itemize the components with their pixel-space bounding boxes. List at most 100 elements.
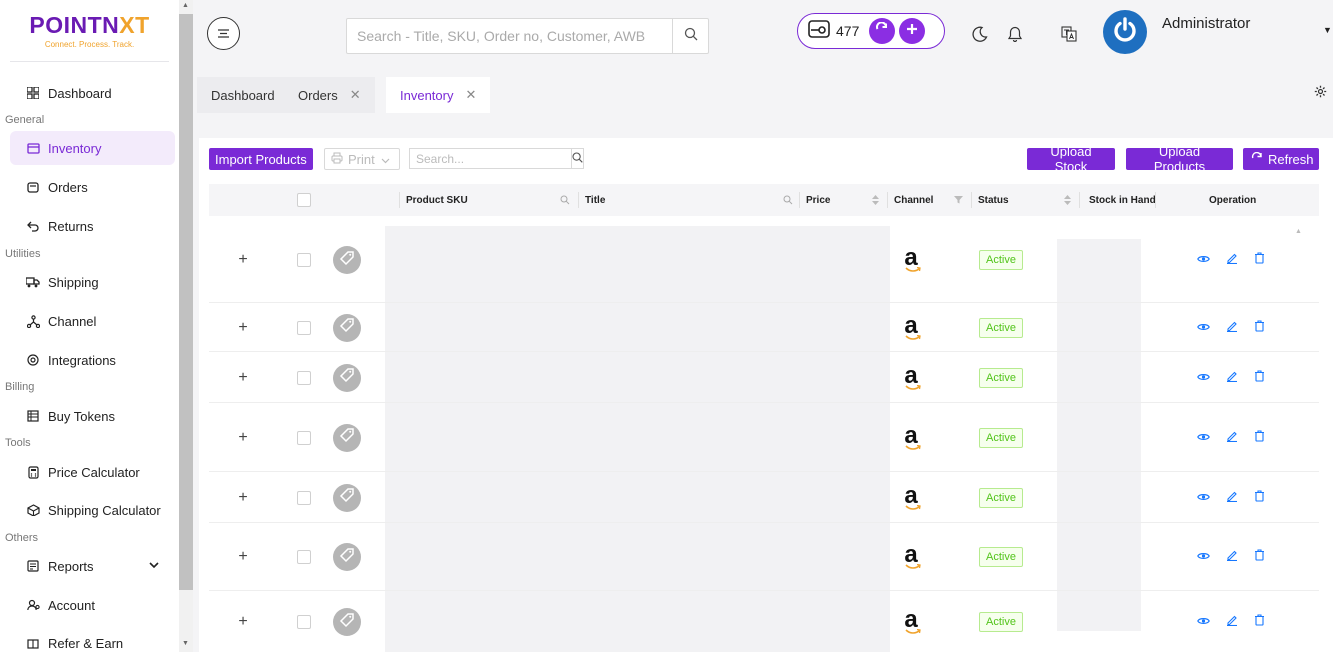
notification-bell-icon[interactable] <box>1005 24 1025 44</box>
edit-pencil-icon[interactable] <box>1226 429 1238 447</box>
print-dropdown[interactable]: Print <box>324 148 400 170</box>
delete-trash-icon[interactable] <box>1254 251 1265 269</box>
global-search-button[interactable] <box>672 19 708 53</box>
upload-stock-button[interactable]: Upload Stock <box>1027 144 1115 174</box>
col-title[interactable]: Title <box>585 184 605 216</box>
sidebar-scrollbar[interactable]: ▲ ▼ <box>179 0 193 652</box>
edit-pencil-icon[interactable] <box>1226 548 1238 566</box>
section-tools: Tools <box>5 437 31 449</box>
sidebar-item-shipping[interactable]: Shipping <box>10 265 175 299</box>
sidebar-item-channel[interactable]: Channel <box>10 304 175 338</box>
table-scrollbar[interactable]: ▲ <box>1295 220 1305 652</box>
col-status[interactable]: Status <box>978 184 1009 216</box>
sort-icon[interactable] <box>872 195 879 208</box>
sidebar-item-account[interactable]: Account <box>10 588 175 622</box>
edit-pencil-icon[interactable] <box>1226 369 1238 387</box>
edit-pencil-icon[interactable] <box>1226 613 1238 631</box>
row-checkbox[interactable] <box>297 550 311 564</box>
translate-icon[interactable] <box>1059 24 1079 44</box>
scroll-down-arrow-icon[interactable]: ▼ <box>182 640 189 647</box>
view-eye-icon[interactable] <box>1197 489 1210 507</box>
sort-icon[interactable] <box>1064 195 1071 208</box>
refresh-icon <box>1251 151 1263 167</box>
sidebar-scroll-thumb[interactable] <box>179 14 193 590</box>
close-icon[interactable]: ✕ <box>350 87 361 103</box>
global-search-input[interactable] <box>347 19 672 53</box>
search-icon <box>572 150 583 168</box>
table-search-button[interactable] <box>571 149 583 168</box>
table-row: + a Active <box>209 217 1319 303</box>
power-icon <box>1111 16 1139 49</box>
select-all-checkbox[interactable] <box>297 193 311 207</box>
dark-mode-moon-icon[interactable] <box>969 24 989 44</box>
expand-row-button[interactable]: + <box>231 368 255 388</box>
col-channel[interactable]: Channel <box>894 184 933 216</box>
returns-icon <box>26 219 40 233</box>
view-eye-icon[interactable] <box>1197 429 1210 447</box>
tab-orders[interactable]: Orders ✕ <box>284 77 375 113</box>
delete-trash-icon[interactable] <box>1254 369 1265 387</box>
refresh-button[interactable]: Refresh <box>1243 148 1319 170</box>
row-checkbox[interactable] <box>297 615 311 629</box>
edit-pencil-icon[interactable] <box>1226 319 1238 337</box>
account-icon <box>26 598 40 612</box>
menu-toggle-button[interactable] <box>207 17 240 50</box>
expand-row-button[interactable]: + <box>231 488 255 508</box>
col-stock-in-hand[interactable]: Stock in Hand <box>1089 184 1156 216</box>
chevron-down-icon[interactable] <box>149 560 159 572</box>
view-eye-icon[interactable] <box>1197 548 1210 566</box>
expand-row-button[interactable]: + <box>231 547 255 567</box>
row-checkbox[interactable] <box>297 320 311 335</box>
close-icon[interactable]: ✕ <box>465 87 476 103</box>
sidebar-item-inventory[interactable]: Inventory <box>10 131 175 165</box>
row-checkbox[interactable] <box>297 490 311 505</box>
table-search-input[interactable] <box>410 149 571 168</box>
sidebar-item-integrations[interactable]: Integrations <box>10 343 175 377</box>
expand-row-button[interactable]: + <box>231 250 255 270</box>
scroll-up-arrow-icon[interactable]: ▲ <box>1295 228 1302 235</box>
row-checkbox[interactable] <box>297 253 311 267</box>
delete-trash-icon[interactable] <box>1254 319 1265 337</box>
column-search-icon[interactable] <box>560 195 570 208</box>
sidebar-item-orders[interactable]: Orders <box>10 170 175 204</box>
view-eye-icon[interactable] <box>1197 369 1210 387</box>
sidebar-item-price-calculator[interactable]: Price Calculator <box>10 455 175 489</box>
tab-inventory[interactable]: Inventory ✕ <box>386 77 491 113</box>
col-price[interactable]: Price <box>806 184 830 216</box>
sidebar-item-shipping-calculator[interactable]: Shipping Calculator <box>10 493 175 527</box>
filter-icon[interactable] <box>954 195 963 207</box>
sidebar-item-dashboard[interactable]: Dashboard <box>10 76 175 110</box>
expand-row-button[interactable]: + <box>231 428 255 448</box>
view-eye-icon[interactable] <box>1197 319 1210 337</box>
sidebar-item-returns[interactable]: Returns <box>10 209 175 243</box>
sidebar-item-reports[interactable]: Reports <box>10 549 175 583</box>
wallet-refresh-button[interactable] <box>869 18 896 44</box>
expand-row-button[interactable]: + <box>231 612 255 632</box>
tab-dashboard[interactable]: Dashboard <box>197 77 289 113</box>
user-menu-caret-icon[interactable]: ▼ <box>1323 25 1332 35</box>
wallet-add-button[interactable] <box>899 18 926 44</box>
user-name[interactable]: Administrator <box>1162 15 1250 32</box>
row-checkbox[interactable] <box>297 370 311 385</box>
scroll-up-arrow-icon[interactable]: ▲ <box>182 2 189 9</box>
sidebar-item-refer-earn[interactable]: Refer & Earn <box>10 626 175 652</box>
expand-row-button[interactable]: + <box>231 318 255 338</box>
delete-trash-icon[interactable] <box>1254 548 1265 566</box>
row-checkbox[interactable] <box>297 430 311 445</box>
delete-trash-icon[interactable] <box>1254 613 1265 631</box>
delete-trash-icon[interactable] <box>1254 429 1265 447</box>
sidebar-item-buy-tokens[interactable]: Buy Tokens <box>10 399 175 433</box>
upload-products-button[interactable]: Upload Products <box>1126 144 1233 174</box>
import-products-button[interactable]: Import Products <box>209 148 313 170</box>
delete-trash-icon[interactable] <box>1254 489 1265 507</box>
gear-icon[interactable] <box>1314 85 1327 103</box>
view-eye-icon[interactable] <box>1197 613 1210 631</box>
user-avatar[interactable] <box>1103 10 1147 54</box>
view-eye-icon[interactable] <box>1197 251 1210 269</box>
col-product-sku[interactable]: Product SKU <box>406 184 468 216</box>
column-search-icon[interactable] <box>783 195 793 208</box>
edit-pencil-icon[interactable] <box>1226 251 1238 269</box>
edit-pencil-icon[interactable] <box>1226 489 1238 507</box>
amazon-logo-icon: a <box>904 313 922 340</box>
brand-logo[interactable]: POINTNXT Connect. Process. Track. <box>10 0 169 62</box>
